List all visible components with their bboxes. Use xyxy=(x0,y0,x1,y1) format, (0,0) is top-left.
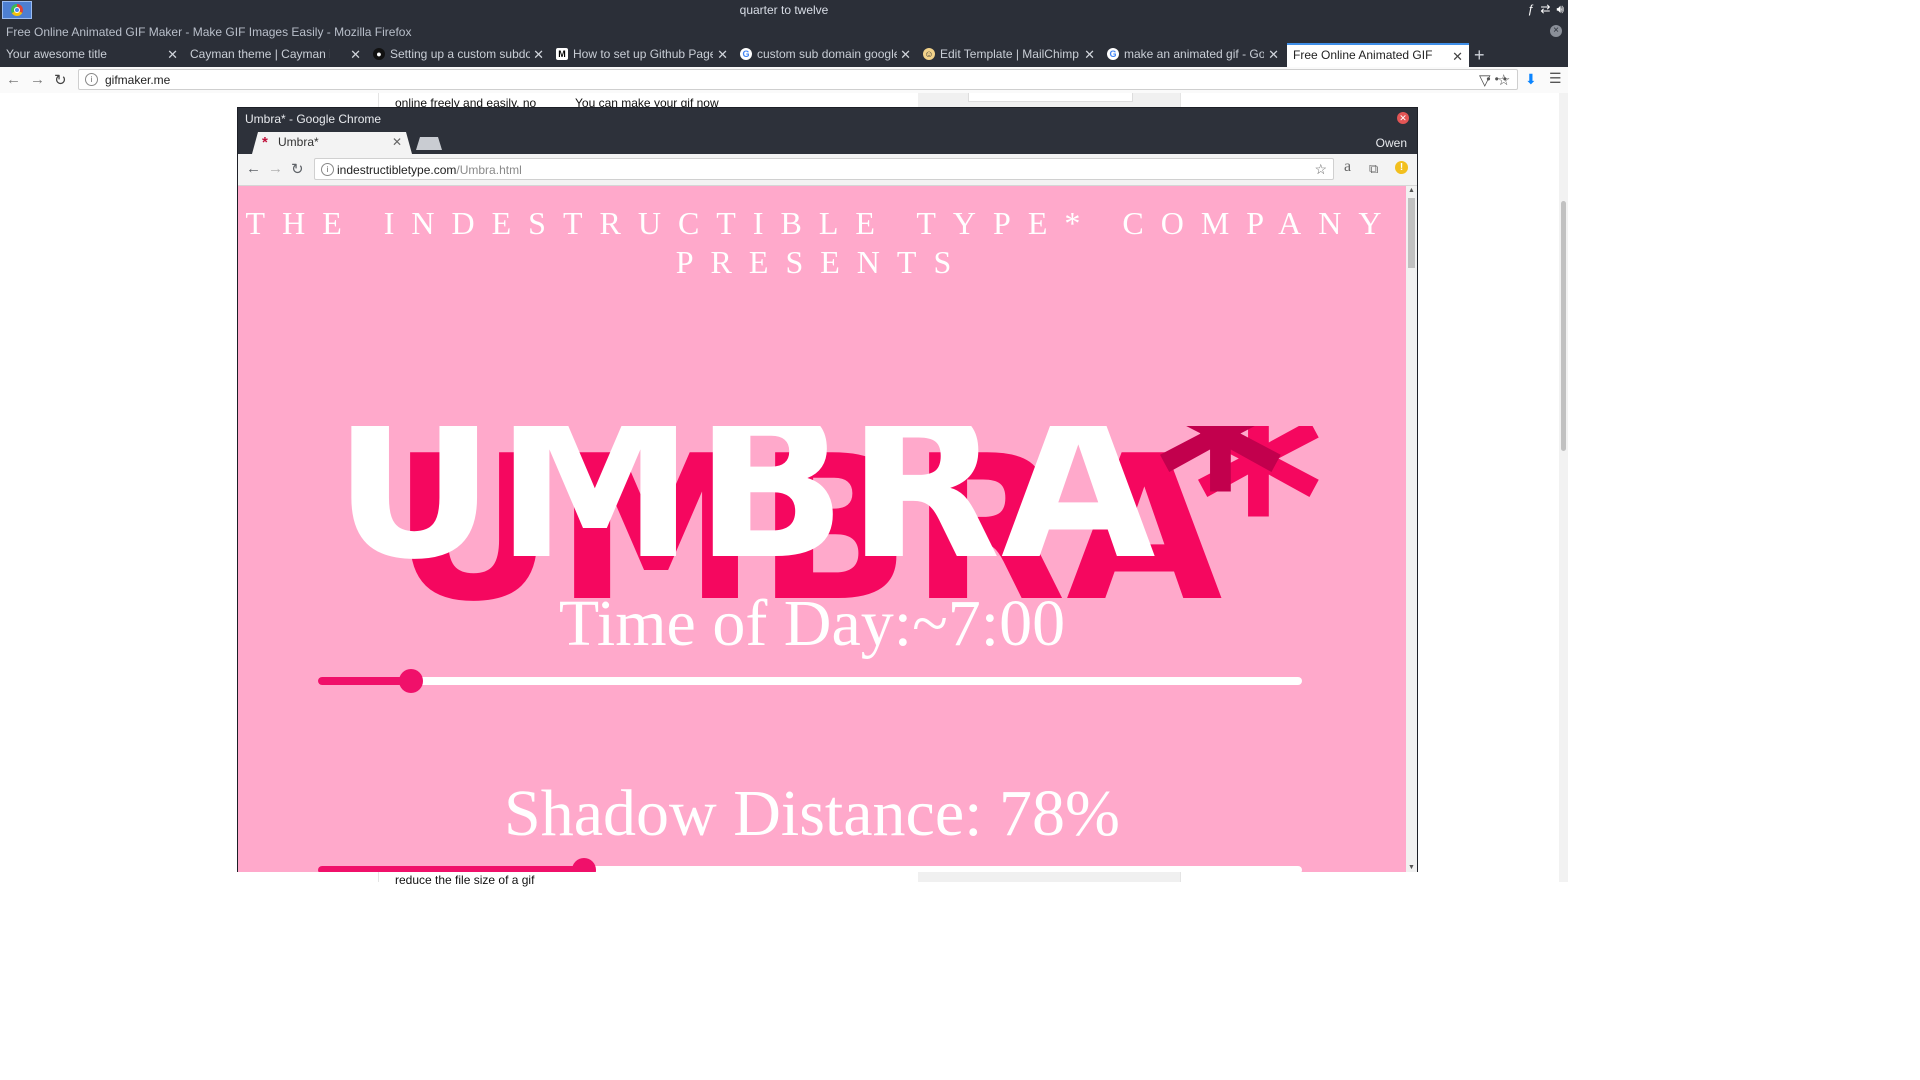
firefox-tab[interactable]: Gmake an animated gif - Goo ✕ xyxy=(1101,43,1285,67)
tab-label: custom sub domain google xyxy=(757,47,897,61)
tab-close-icon[interactable]: ✕ xyxy=(1452,49,1463,65)
chrome-omnibox[interactable]: i indestructibletype.com/Umbra.html ☆ xyxy=(314,158,1334,180)
chrome-toolbar: ← → ↻ i indestructibletype.com/Umbra.htm… xyxy=(238,154,1417,186)
firefox-tab-active[interactable]: Free Online Animated GIF Make ✕ xyxy=(1287,43,1469,67)
volume-icon[interactable]: 🔊︎ xyxy=(1556,2,1564,17)
bookmark-star-icon[interactable]: ☆ xyxy=(1497,71,1510,89)
warning-extension-icon[interactable]: ! xyxy=(1395,161,1408,174)
tab-close-icon[interactable]: ✕ xyxy=(350,47,361,63)
reload-icon[interactable]: ↻ xyxy=(291,160,304,178)
time-of-day-slider[interactable] xyxy=(318,669,1302,693)
tab-label: Free Online Animated GIF Make xyxy=(1293,48,1433,62)
chrome-close-icon[interactable]: ✕ xyxy=(1397,112,1409,124)
tab-label: How to set up Github Pages xyxy=(573,47,713,61)
forward-icon[interactable]: → xyxy=(268,160,283,177)
google-icon: G xyxy=(1107,48,1119,60)
chrome-tab-label: Umbra* xyxy=(278,135,319,149)
firefox-close-icon[interactable]: × xyxy=(1550,25,1562,37)
reload-icon[interactable]: ↻ xyxy=(54,71,67,89)
scrollbar-thumb[interactable] xyxy=(1561,201,1566,451)
url-host: indestructibletype.com xyxy=(337,163,457,177)
url-text: indestructibletype.com/Umbra.html xyxy=(337,163,522,177)
downloads-icon[interactable]: ⬇ xyxy=(1525,71,1537,88)
tab-close-icon[interactable]: ✕ xyxy=(1084,47,1095,63)
sidebar-box xyxy=(968,93,1133,102)
presents-heading: THE INDESTRUCTIBLE TYPE* COMPANY PRESENT… xyxy=(238,204,1406,282)
slider-fill xyxy=(318,866,584,872)
bluetooth-icon[interactable]: ƒ xyxy=(1528,2,1535,17)
chrome-new-tab-button[interactable] xyxy=(416,137,442,150)
firefox-tab[interactable]: ● Setting up a custom subdom ✕ xyxy=(367,43,550,67)
presents-line-2: PRESENTS xyxy=(675,244,969,280)
tab-close-icon[interactable]: ✕ xyxy=(392,135,402,149)
tab-label: Edit Template | MailChimp xyxy=(940,47,1079,61)
chrome-tab[interactable]: * Umbra* ✕ xyxy=(252,132,412,154)
tab-label: make an animated gif - Goo xyxy=(1124,47,1264,61)
back-icon[interactable]: ← xyxy=(6,71,21,88)
chrome-window: Umbra* - Google Chrome ✕ * Umbra* ✕ Owen… xyxy=(237,107,1418,872)
scroll-down-icon[interactable]: ▼ xyxy=(1408,864,1415,871)
url-text: gifmaker.me xyxy=(105,73,171,87)
mailchimp-icon: ☺ xyxy=(923,48,935,60)
os-top-bar: quarter to twelve ƒ ⇄ 🔊︎ xyxy=(0,0,1568,21)
asterisk-front: * xyxy=(1155,426,1286,606)
google-icon: G xyxy=(740,48,752,60)
tab-close-icon[interactable]: ✕ xyxy=(717,47,728,63)
shadow-distance-slider[interactable] xyxy=(318,858,1302,872)
firefox-tab-strip: Your awesome title ✕ Cayman theme | Caym… xyxy=(0,43,1568,67)
firefox-nav-bar: ← → ↻ i gifmaker.me ••• ▽ ☆ ⬇ ☰ xyxy=(0,67,1568,94)
amazon-extension-icon[interactable]: a xyxy=(1344,158,1351,176)
site-info-icon[interactable]: i xyxy=(85,73,98,86)
slider-knob[interactable] xyxy=(399,669,424,693)
tab-label: Cayman theme | Cayman is a cl xyxy=(190,47,330,61)
tab-close-icon[interactable]: ✕ xyxy=(533,47,544,63)
site-info-icon[interactable]: i xyxy=(321,163,334,176)
system-tray: ƒ ⇄ 🔊︎ xyxy=(1528,2,1564,17)
logo-text: UMBRA xyxy=(333,426,1156,604)
umbra-page: THE INDESTRUCTIBLE TYPE* COMPANY PRESENT… xyxy=(238,186,1406,872)
scroll-up-icon[interactable]: ▲ xyxy=(1408,187,1415,194)
firefox-tab[interactable]: Gcustom sub domain google ✕ xyxy=(734,43,917,67)
forward-icon[interactable]: → xyxy=(30,71,45,88)
hamburger-menu-icon[interactable]: ☰ xyxy=(1549,70,1562,87)
firefox-tab[interactable]: Cayman theme | Cayman is a cl ✕ xyxy=(184,43,367,67)
umbra-favicon-icon: * xyxy=(262,134,268,151)
slider-fill xyxy=(318,677,412,685)
medium-icon: M xyxy=(556,48,568,60)
tab-close-icon[interactable]: ✕ xyxy=(1268,47,1279,63)
tab-label: Your awesome title xyxy=(6,47,107,61)
url-path: /Umbra.html xyxy=(456,163,522,177)
time-of-day-label: Time of Day:~7:00 xyxy=(558,587,1066,660)
firefox-tab[interactable]: ☺ Edit Template | MailChimp ✕ xyxy=(917,43,1101,67)
firefox-scrollbar[interactable] xyxy=(1559,93,1568,882)
scrollbar-thumb[interactable] xyxy=(1408,198,1415,268)
system-clock: quarter to twelve xyxy=(739,3,829,17)
shadow-distance-label: Shadow Distance: 78% xyxy=(504,777,1120,850)
slider-knob[interactable] xyxy=(571,858,596,872)
tab-label: Setting up a custom subdom xyxy=(390,47,530,61)
presents-line-1: THE INDESTRUCTIBLE TYPE* COMPANY xyxy=(245,205,1399,241)
tab-close-icon[interactable]: ✕ xyxy=(167,47,178,63)
umbra-logo: UMBRA * UMBRA * xyxy=(333,426,1324,606)
firefox-tab[interactable]: Your awesome title ✕ xyxy=(0,43,184,67)
chrome-scrollbar[interactable]: ▲ ▼ xyxy=(1406,186,1417,872)
translate-extension-icon[interactable]: ⧉ xyxy=(1369,161,1378,177)
page-text-fragment: reduce the file size of a gif xyxy=(395,873,535,887)
new-tab-icon[interactable]: + xyxy=(1474,45,1485,66)
back-icon[interactable]: ← xyxy=(246,160,261,177)
github-icon: ● xyxy=(373,48,385,60)
firefox-window-title: Free Online Animated GIF Maker - Make GI… xyxy=(6,25,412,39)
profile-name[interactable]: Owen xyxy=(1376,136,1407,150)
firefox-tab[interactable]: M How to set up Github Pages ✕ xyxy=(550,43,734,67)
bookmark-star-icon[interactable]: ☆ xyxy=(1314,161,1327,178)
firefox-url-bar[interactable]: i gifmaker.me ••• xyxy=(78,69,1518,90)
pocket-icon[interactable]: ▽ xyxy=(1479,71,1491,89)
chrome-window-title: Umbra* - Google Chrome xyxy=(245,112,382,126)
network-icon[interactable]: ⇄ xyxy=(1540,2,1550,17)
tab-close-icon[interactable]: ✕ xyxy=(900,47,911,63)
firefox-title-bar: Free Online Animated GIF Maker - Make GI… xyxy=(0,21,1568,43)
